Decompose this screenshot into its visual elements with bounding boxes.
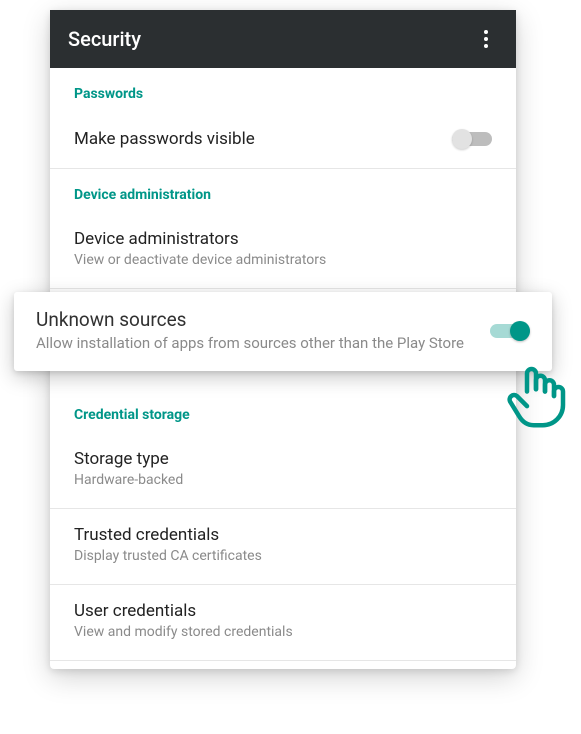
tap-hand-icon [500, 360, 572, 432]
section-header-credential-storage: Credential storage [50, 389, 516, 433]
section-header-passwords: Passwords [50, 68, 516, 112]
row-title: Storage type [74, 449, 492, 469]
row-subtitle: Display trusted CA certificates [74, 547, 492, 566]
page-title: Security [68, 27, 141, 51]
row-trusted-credentials[interactable]: Trusted credentials Display trusted CA c… [50, 509, 516, 585]
row-storage-type[interactable]: Storage type Hardware-backed [50, 433, 516, 509]
section-header-device-administration: Device administration [50, 169, 516, 213]
row-subtitle: View or deactivate device administrators [74, 251, 492, 270]
row-title: Trusted credentials [74, 525, 492, 545]
row-subtitle: Allow installation of apps from sources … [36, 333, 472, 353]
row-title: Unknown sources [36, 308, 472, 331]
row-subtitle: Hardware-backed [74, 471, 492, 490]
toggle-unknown-sources[interactable] [490, 320, 530, 342]
row-device-administrators[interactable]: Device administrators View or deactivate… [50, 213, 516, 289]
row-user-credentials[interactable]: User credentials View and modify stored … [50, 585, 516, 661]
row-title: Device administrators [74, 229, 492, 249]
app-bar: Security [50, 10, 516, 68]
row-title: Make passwords visible [74, 129, 440, 149]
row-subtitle: View and modify stored credentials [74, 623, 492, 642]
toggle-make-passwords-visible[interactable] [452, 128, 492, 150]
row-title: User credentials [74, 601, 492, 621]
row-make-passwords-visible[interactable]: Make passwords visible [50, 112, 516, 169]
row-unknown-sources[interactable]: Unknown sources Allow installation of ap… [14, 292, 552, 371]
more-options-icon[interactable] [474, 27, 498, 51]
